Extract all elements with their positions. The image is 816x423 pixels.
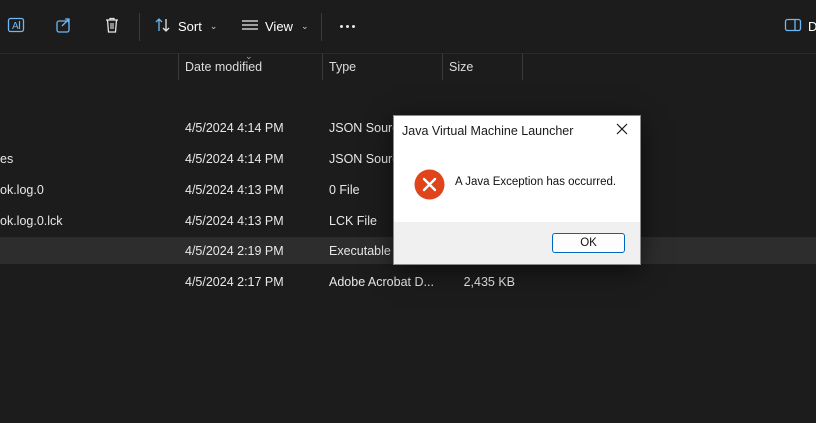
- details-pane-button[interactable]: D: [784, 14, 816, 38]
- sort-label: Sort: [178, 18, 202, 34]
- file-date-modified: 4/5/2024 4:14 PM: [185, 151, 284, 166]
- share-icon[interactable]: [53, 14, 75, 36]
- file-name: es: [0, 151, 14, 166]
- dialog-body: A Java Exception has occurred.: [394, 146, 640, 222]
- more-icon-dot: [345, 24, 349, 28]
- dialog-title: Java Virtual Machine Launcher: [402, 124, 574, 138]
- file-name: [0, 112, 175, 143]
- file-name: ok.log.0: [0, 182, 44, 197]
- column-header-date-modified[interactable]: Date modified: [179, 54, 322, 80]
- toolbar-separator: [321, 13, 322, 41]
- delete-icon[interactable]: [101, 14, 123, 36]
- column-header-type[interactable]: Type: [323, 54, 442, 80]
- chevron-down-icon: ⌄: [209, 20, 218, 31]
- file-name: [0, 266, 175, 297]
- close-icon: [616, 122, 628, 140]
- svg-text:A: A: [12, 21, 19, 32]
- error-dialog: Java Virtual Machine Launcher A Java Exc…: [393, 115, 641, 265]
- column-divider[interactable]: [522, 54, 523, 80]
- file-type: Adobe Acrobat D...: [329, 274, 434, 289]
- file-date-modified: 4/5/2024 4:14 PM: [185, 120, 284, 135]
- more-icon-dot: [339, 24, 343, 28]
- error-icon: [414, 169, 445, 200]
- more-icon-dot: [351, 24, 355, 28]
- details-label: D: [808, 18, 816, 34]
- file-date-modified: 4/5/2024 2:19 PM: [185, 243, 284, 258]
- file-row[interactable]: 4/5/2024 2:17 PM Adobe Acrobat D... 2,43…: [0, 266, 816, 297]
- rename-icon[interactable]: A: [5, 14, 27, 36]
- file-date-modified: 4/5/2024 2:17 PM: [185, 274, 284, 289]
- dialog-message: A Java Exception has occurred.: [455, 176, 617, 188]
- column-header-size[interactable]: Size: [443, 54, 522, 80]
- toolbar-separator: [139, 13, 140, 41]
- view-icon: [241, 16, 259, 37]
- view-button[interactable]: View ⌄: [241, 14, 309, 38]
- file-name: [0, 237, 175, 264]
- sort-icon: [154, 16, 172, 37]
- more-options-button[interactable]: [336, 14, 358, 38]
- chevron-down-icon: ⌄: [300, 20, 309, 31]
- file-explorer-window: A Sort ⌄ View ⌄ D ⌄ Date modified Type S…: [0, 0, 816, 423]
- file-name: ok.log.0.lck: [0, 213, 63, 228]
- file-date-modified: 4/5/2024 4:13 PM: [185, 213, 284, 228]
- dialog-footer: OK: [394, 222, 640, 264]
- details-pane-icon: [784, 16, 802, 37]
- ok-button[interactable]: OK: [552, 233, 625, 253]
- command-bar: A Sort ⌄ View ⌄ D: [0, 0, 816, 54]
- view-label: View: [265, 18, 293, 34]
- dialog-close-button[interactable]: [610, 120, 634, 142]
- file-date-modified: 4/5/2024 4:13 PM: [185, 182, 284, 197]
- sort-button[interactable]: Sort ⌄: [154, 14, 217, 38]
- column-headers: Date modified Type Size: [0, 54, 816, 80]
- file-size: 2,435 KB: [463, 274, 515, 289]
